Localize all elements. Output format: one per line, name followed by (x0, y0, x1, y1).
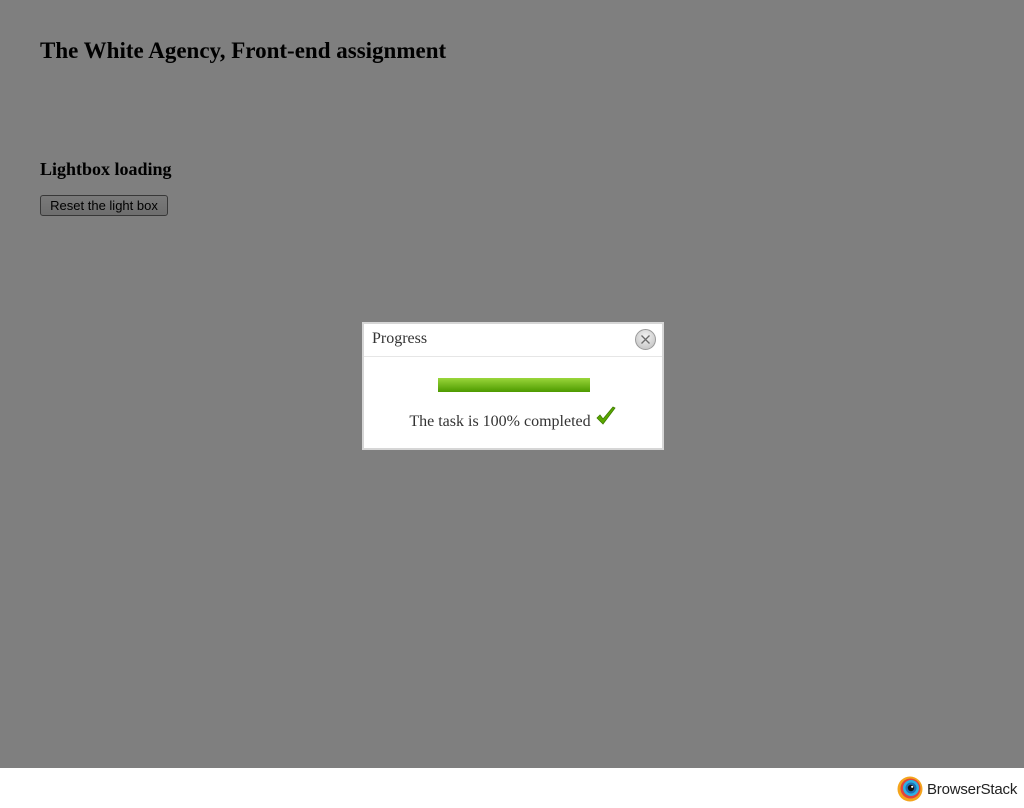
status-line: The task is 100% completed (364, 406, 662, 433)
lightbox-title: Progress (372, 330, 428, 347)
browserstack-logo: BrowserStack (897, 776, 1017, 802)
progress-bar (438, 378, 590, 392)
checkmark-icon (595, 406, 617, 433)
progress-lightbox: Progress The task is 100% completed (362, 322, 664, 450)
footer-bar (0, 768, 1024, 808)
lightbox-header: Progress (364, 324, 662, 357)
browserstack-logo-icon (897, 776, 923, 802)
close-icon[interactable] (635, 329, 656, 350)
browserstack-brand-text: BrowserStack (927, 780, 1018, 798)
progress-bar-fill (438, 378, 590, 392)
browser-viewport: The White Agency, Front-end assignment L… (0, 0, 1024, 768)
status-text: The task is 100% completed (409, 413, 591, 430)
